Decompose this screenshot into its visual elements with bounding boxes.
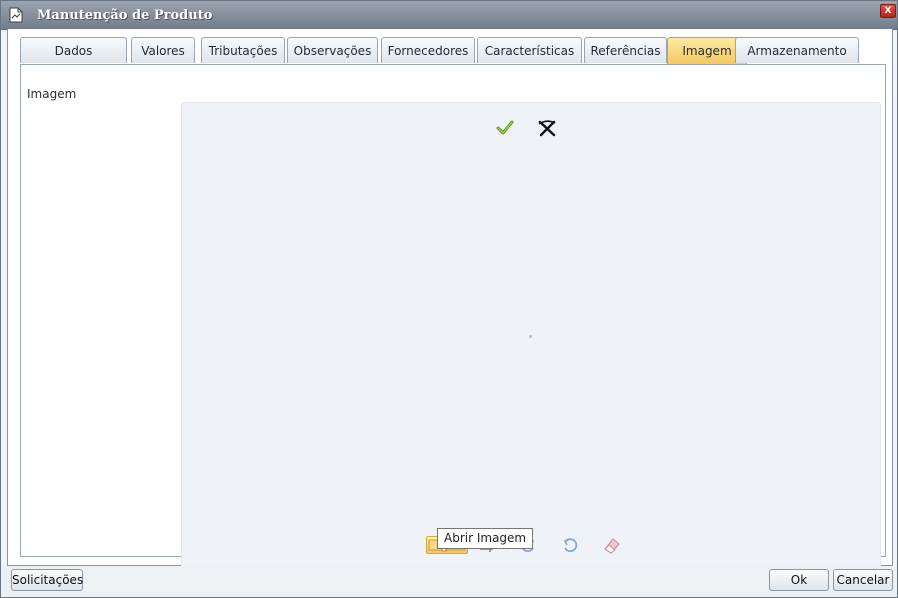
eraser-icon[interactable] — [602, 536, 622, 554]
tab-fornecedores[interactable]: Fornecedores — [381, 37, 475, 63]
check-icon[interactable] — [495, 118, 515, 138]
tab-referencias[interactable]: Referências — [584, 37, 667, 63]
cancel-button[interactable]: Cancelar — [833, 569, 893, 591]
tab-valores[interactable]: Valores — [131, 37, 195, 63]
tab-bar: Dados Cadastrais Valores Tributações Obs… — [20, 37, 870, 84]
scissors-cancel-icon[interactable] — [537, 118, 557, 138]
tab-observacoes[interactable]: Observações — [287, 37, 378, 63]
open-image-tooltip: Abrir Imagem — [437, 528, 534, 549]
window-title: Manutenção de Produto — [37, 8, 213, 23]
tab-tributacoes[interactable]: Tributações — [201, 37, 285, 63]
ok-button[interactable]: Ok — [769, 569, 829, 591]
titlebar[interactable]: Manutenção de Produto X — [1, 1, 897, 30]
image-editor-area[interactable] — [181, 102, 881, 572]
image-field-label: Imagem — [27, 87, 77, 101]
tab-dados-cadastrais[interactable]: Dados Cadastrais — [20, 37, 127, 84]
requests-button[interactable]: Solicitações — [11, 569, 83, 591]
dialog-footer: Solicitações Ok Cancelar — [1, 566, 897, 597]
dialog-content: Dados Cadastrais Valores Tributações Obs… — [7, 29, 893, 572]
image-placeholder-dot — [529, 335, 532, 338]
document-icon — [9, 7, 23, 23]
tab-armazenamento[interactable]: Armazenamento — [735, 37, 859, 63]
rotate-left-icon[interactable] — [560, 536, 580, 554]
product-maintenance-window: Manutenção de Produto X Dados Cadastrais… — [0, 0, 898, 598]
close-button[interactable]: X — [880, 4, 896, 18]
image-tab-panel: Imagem — [20, 65, 886, 572]
tab-caracteristicas[interactable]: Características — [477, 37, 582, 63]
